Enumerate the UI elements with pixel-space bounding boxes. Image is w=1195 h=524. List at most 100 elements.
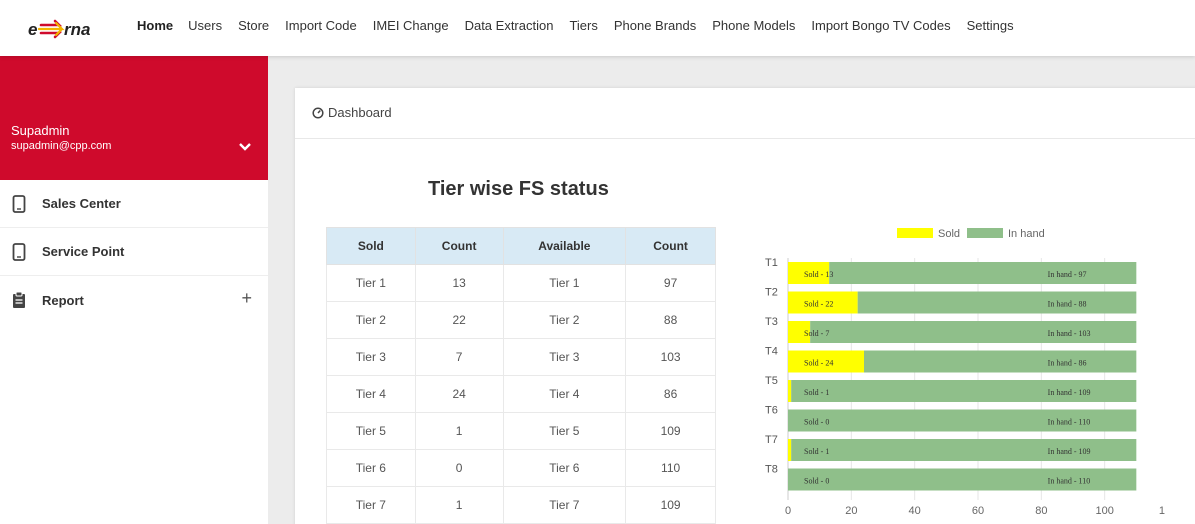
data-label-sold: Sold - 1 [804,388,829,397]
table-cell: Tier 3 [502,338,627,376]
divider [295,138,1195,139]
table-body: Tier 1 13 Tier 1 97 Tier 2 22 Tier 2 88 Tier 37T… [326,264,716,524]
x-tick-label: 80 [1035,505,1047,517]
table-cell: 1 [414,486,504,524]
y-category-label: T4 [765,346,778,358]
y-category-label: T6 [765,405,778,417]
table-row: Tier 1 13 Tier 1 97 [326,264,716,302]
table-cell: 86 [625,375,716,413]
y-category-label: T7 [765,434,778,446]
expand-icon[interactable]: + [241,288,252,309]
mobile-icon [12,194,26,213]
table-row: Tier 6 0 Tier 6 110 [326,449,716,487]
data-label-in-hand: In hand - 97 [1048,270,1087,279]
table-cell: Tier 6 [326,449,416,487]
svg-text:e: e [28,20,37,39]
x-tick-label: 120 [1159,505,1165,517]
data-label-sold: Sold - 1 [804,447,829,456]
data-label-in-hand: In hand - 109 [1048,447,1091,456]
table-header-cell: Count [414,227,504,265]
nav-item-store[interactable]: Store [238,18,269,33]
data-label-sold: Sold - 13 [804,270,833,279]
bar-in-hand [864,350,1137,373]
nav-item-phone-brands[interactable]: Phone Brands [614,18,696,33]
table-row: Tier 5 1 Tier 5 109 [326,412,716,450]
dashboard-icon [312,106,324,119]
y-category-label: T8 [765,464,778,476]
table-header-cell: Available [502,227,627,265]
table-cell: 103 [625,338,716,376]
top-navbar: e rna Home Users Store Import Code IMEI Chan… [0,0,1195,56]
sidebar-item-sales-center[interactable]: Sales Center [0,180,268,228]
table-cell: Tier 7 [326,486,416,524]
y-category-label: T1 [765,257,778,269]
table-cell: 24 [414,375,504,413]
breadcrumb: Dashboard [312,105,392,120]
data-label-in-hand: In hand - 109 [1048,388,1091,397]
dashboard-card: Dashboard Tier wise FS status Sold Count A… [295,88,1195,524]
table-cell: Tier 1 [326,264,416,302]
table-cell: Tier 3 [326,338,416,376]
x-tick-label: 100 [1095,505,1113,517]
x-tick-label: 0 [785,505,791,517]
user-panel[interactable]: Supadmin supadmin@cpp.com [0,56,268,180]
bar-sold [788,439,792,461]
x-tick-label: 20 [845,505,857,517]
table-cell: 109 [625,412,716,450]
sidebar: Supadmin supadmin@cpp.com Sales Center S… [0,56,268,524]
sidebar-item-label: Sales Center [42,196,121,211]
table-cell: 97 [625,264,716,302]
data-label-sold: Sold - 22 [804,300,833,309]
data-label-in-hand: In hand - 110 [1048,418,1091,427]
nav-item-tiers[interactable]: Tiers [569,18,597,33]
nav-item-data-extraction[interactable]: Data Extraction [465,18,554,33]
tier-bar-chart: 0 20 40 60 80 100 120 Sold In hand T1 Sold - 13 In … [765,228,1165,517]
sidebar-item-report[interactable]: Report + [0,276,268,324]
legend-label: In hand [1008,228,1045,240]
data-label-in-hand: In hand - 86 [1048,359,1087,368]
table-row: Tier 2 22 Tier 2 88 [326,301,716,339]
table-cell: 110 [625,449,716,487]
nav-item-home[interactable]: Home [137,18,173,33]
clipboard-icon [13,291,25,308]
sidebar-item-label: Report [42,292,84,308]
nav-item-import-code[interactable]: Import Code [285,18,357,33]
brand-logo[interactable]: e rna [28,16,118,42]
table-header-row: Sold Count Available Count [326,227,716,265]
nav-item-users[interactable]: Users [188,18,222,33]
sidebar-item-service-point[interactable]: Service Point [0,228,268,276]
table-cell: Tier 2 [502,301,627,339]
sidebar-item-label: Service Point [42,244,125,259]
table-cell: 7 [414,338,504,376]
table-cell: Tier 7 [502,486,627,524]
table-header-cell: Sold [326,227,416,265]
data-label-in-hand: In hand - 88 [1048,300,1087,309]
nav-item-phone-models[interactable]: Phone Models [712,18,795,33]
legend-label: Sold [938,228,960,240]
legend-swatch [967,228,1003,238]
table-row: Tier 3 7 Tier 3 103 [326,338,716,376]
table-cell: Tier 6 [502,449,627,487]
nav-item-settings[interactable]: Settings [967,18,1014,33]
user-email: supadmin@cpp.com [11,140,112,152]
y-category-label: T2 [765,287,778,299]
table-cell: Tier 4 [502,375,627,413]
table-cell: Tier 4 [326,375,416,413]
nav-item-imei-change[interactable]: IMEI Change [373,18,449,33]
data-label-sold: Sold - 24 [804,359,833,368]
x-tick-label: 40 [909,505,921,517]
legend-swatch [897,228,933,238]
data-label-sold: Sold - 7 [804,329,829,338]
table-row: Tier 4 24 Tier 4 86 [326,375,716,413]
bar-sold [788,380,792,402]
nav-item-import-bongo-tv-codes[interactable]: Import Bongo TV Codes [811,18,950,33]
data-label-sold: Sold - 0 [804,418,829,427]
table-cell: Tier 5 [502,412,627,450]
table-row: Tier 7 1 Tier 7 109 [326,486,716,524]
bar-in-hand [857,291,1137,314]
chevron-down-icon[interactable] [238,142,252,152]
data-label-in-hand: In hand - 103 [1048,329,1091,338]
main-nav: Home Users Store Import Code IMEI Change Data… [137,18,1030,33]
bar-in-hand [829,262,1137,284]
tier-table: Sold Count Available Count Tier 1 13 Tier 1 97… [326,227,716,524]
